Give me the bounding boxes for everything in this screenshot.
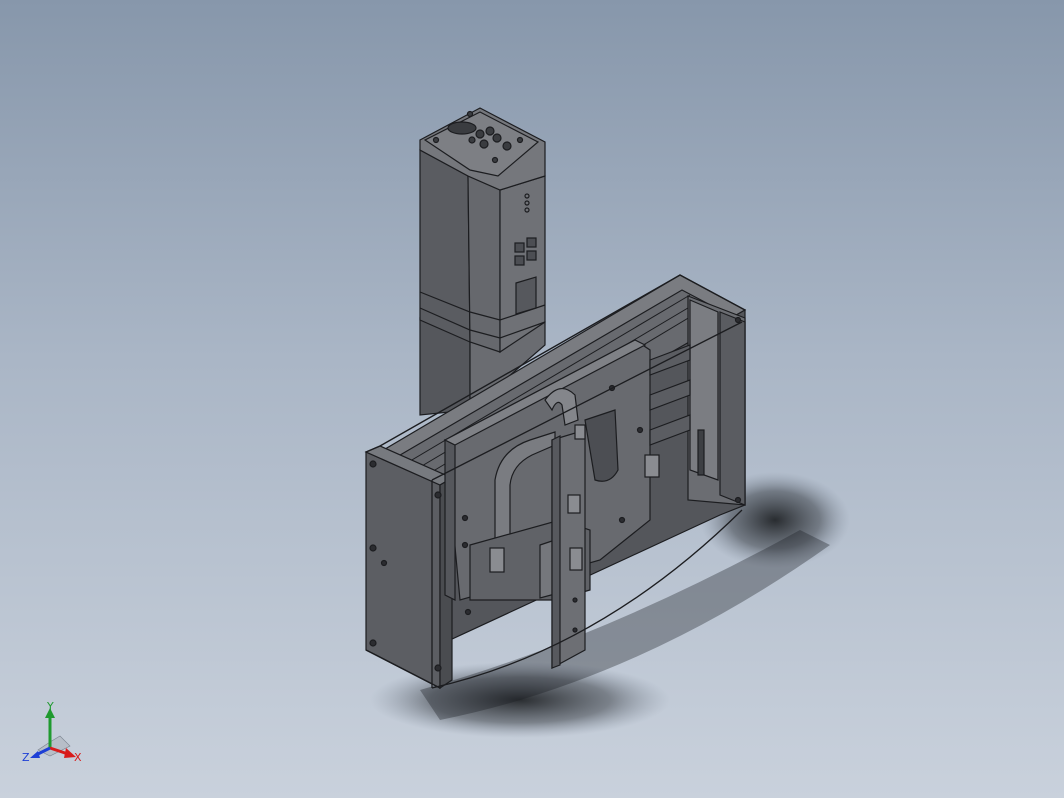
3d-model-scene[interactable] — [0, 0, 1064, 798]
cad-viewport[interactable]: Y X Z — [0, 0, 1064, 798]
orientation-triad[interactable]: Y X Z — [14, 700, 94, 780]
z-axis-arrow-icon — [30, 751, 40, 758]
x-axis-label: X — [74, 751, 82, 764]
y-axis-label: Y — [46, 700, 54, 713]
z-axis-label: Z — [22, 751, 30, 764]
